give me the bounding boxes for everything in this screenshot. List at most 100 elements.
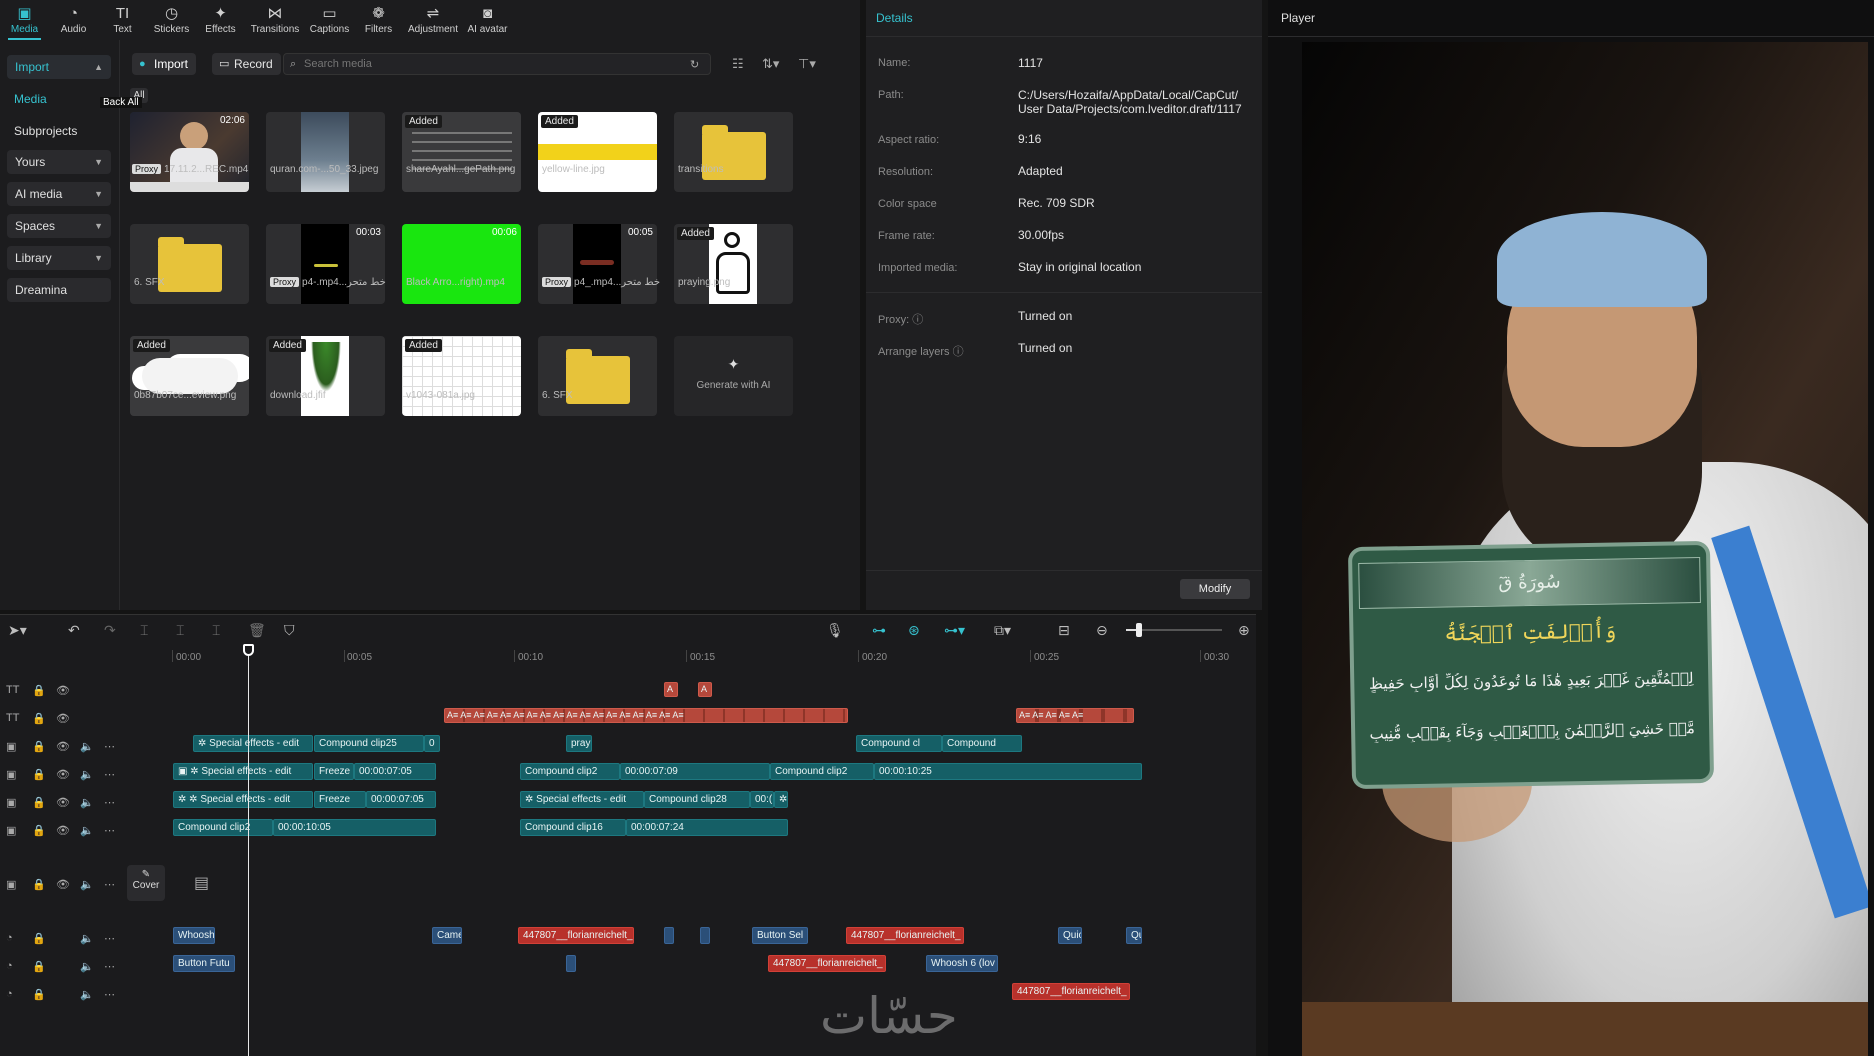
eye-icon[interactable]: 👁 <box>56 768 70 781</box>
compound-duration[interactable]: 00:00:07:09 <box>620 763 770 780</box>
split-left-icon[interactable]: ⌶ <box>176 622 184 639</box>
compound-clip[interactable]: Compound <box>942 735 1022 752</box>
nav-media[interactable]: Media <box>14 92 47 106</box>
eye-icon[interactable]: 👁 <box>56 712 70 725</box>
compound-clip[interactable]: 0 <box>424 735 440 752</box>
more-icon[interactable]: ⋯ <box>104 768 115 781</box>
grid-view-icon[interactable]: ☷ <box>732 56 744 72</box>
more-icon[interactable]: ⋯ <box>104 824 115 837</box>
compound-clip[interactable]: Compound clip2 <box>770 763 874 780</box>
speaker-icon[interactable]: 🔈 <box>80 988 94 1001</box>
nav-dreamina[interactable]: Dreamina <box>7 278 111 302</box>
split-icon[interactable]: ⌶ <box>140 622 148 639</box>
compound-duration[interactable]: 00:00:10:25 <box>874 763 1142 780</box>
media-thumb-8[interactable]: 00:06 <box>402 224 521 304</box>
more-icon[interactable]: ⋯ <box>104 878 115 891</box>
compound-clip[interactable]: Compound clip25 <box>314 735 424 752</box>
zoom-slider-handle[interactable] <box>1136 623 1142 637</box>
nav-spaces[interactable]: Spaces ▼ <box>7 214 111 238</box>
undo-icon[interactable]: ↶ <box>68 622 80 639</box>
media-thumb-4[interactable]: Added <box>538 112 657 192</box>
search-input[interactable] <box>283 53 711 75</box>
text-clip-group[interactable]: A≡ A≡ A≡ A≡ A≡ <box>1016 708 1134 723</box>
audio-clip[interactable]: 447807__florianreichelt_ <box>768 955 886 972</box>
record-button[interactable]: ▭ Record <box>212 53 281 75</box>
split-right-icon[interactable]: ⌶ <box>212 622 220 639</box>
media-thumb-10[interactable]: Added <box>674 224 793 304</box>
audio-clip[interactable]: Qu <box>1126 927 1142 944</box>
marker-icon[interactable]: ⛉ <box>284 622 295 639</box>
lock-icon[interactable]: 🔒 <box>32 684 46 697</box>
audio-clip[interactable]: 447807__florianreichelt_ <box>846 927 964 944</box>
tool-adjustment[interactable]: ⇌ Adjustment <box>403 0 463 40</box>
media-thumb-9[interactable]: 00:05 <box>538 224 657 304</box>
delete-icon[interactable]: 🗑 <box>248 622 266 639</box>
freeze-duration[interactable]: 00:00:07:05 <box>354 763 436 780</box>
media-thumb-6[interactable] <box>130 224 249 304</box>
compound-clip[interactable]: Compound clip28 <box>644 791 750 808</box>
modify-button[interactable]: Modify <box>1180 579 1250 599</box>
tool-stickers[interactable]: ◷ Stickers <box>147 0 196 40</box>
effects-clip[interactable]: ✲ <box>774 791 788 808</box>
more-icon[interactable]: ⋯ <box>104 932 115 945</box>
media-thumb-7[interactable]: 00:03 <box>266 224 385 304</box>
microphone-icon[interactable]: 🎙 <box>826 622 844 639</box>
media-thumb-5[interactable] <box>674 112 793 192</box>
text-clip[interactable]: A <box>698 682 712 697</box>
audio-clip[interactable] <box>664 927 674 944</box>
generate-with-ai-button[interactable]: ✦ Generate with AI <box>674 336 793 416</box>
more-icon[interactable]: ⋯ <box>104 740 115 753</box>
tool-ai-avatar[interactable]: ◙ AI avatar <box>463 0 512 40</box>
audio-clip[interactable] <box>700 927 710 944</box>
import-button[interactable]: ● Import <box>132 53 197 75</box>
speaker-icon[interactable]: 🔈 <box>80 768 94 781</box>
audio-clip[interactable]: 447807__florianreichelt_ <box>1012 983 1130 1000</box>
media-thumb-3[interactable]: Added <box>402 112 521 192</box>
speaker-icon[interactable]: 🔈 <box>80 796 94 809</box>
lock-icon[interactable]: 🔒 <box>32 768 46 781</box>
media-thumb-1[interactable]: 02:06 <box>130 112 249 192</box>
audio-clip[interactable]: 447807__florianreichelt_ <box>518 927 634 944</box>
compound-clip[interactable]: Compound clip16 <box>520 819 626 836</box>
zoom-in-icon[interactable]: ⊕ <box>1238 622 1250 639</box>
more-icon[interactable]: ⋯ <box>104 988 115 1001</box>
eye-icon[interactable]: 👁 <box>56 796 70 809</box>
freeze-clip[interactable]: Freeze <box>314 763 354 780</box>
audio-clip[interactable]: Whoosh 6 (lov <box>926 955 998 972</box>
split-screen-icon[interactable]: ⧉▾ <box>994 622 1011 639</box>
eye-icon[interactable]: 👁 <box>56 740 70 753</box>
tool-media[interactable]: ▣ Media <box>0 0 49 40</box>
compound-duration[interactable]: 00:00:07:24 <box>626 819 788 836</box>
lock-icon[interactable]: 🔒 <box>32 988 46 1001</box>
nav-yours[interactable]: Yours ▼ <box>7 150 111 174</box>
lock-icon[interactable]: 🔒 <box>32 824 46 837</box>
info-icon[interactable]: ⓘ <box>953 346 964 358</box>
preview-axis-icon[interactable]: ⊶▾ <box>944 622 965 639</box>
effects-clip[interactable]: ✲ Special effects - edit <box>520 791 644 808</box>
freeze-duration[interactable]: 00:00:07:05 <box>366 791 436 808</box>
speaker-icon[interactable]: 🔈 <box>80 740 94 753</box>
select-tool-icon[interactable]: ➤▾ <box>8 622 27 639</box>
speaker-icon[interactable]: 🔈 <box>80 960 94 973</box>
redo-icon[interactable]: ↷ <box>104 622 116 639</box>
lock-icon[interactable]: 🔒 <box>32 932 46 945</box>
tool-transitions[interactable]: ⋈ Transitions <box>245 0 305 40</box>
nav-import[interactable]: Import ▲ <box>7 55 111 79</box>
effects-clip[interactable]: ▣ ✲ Special effects - edit <box>173 763 313 780</box>
media-thumb-2[interactable] <box>266 112 385 192</box>
tool-text[interactable]: TI Text <box>98 0 147 40</box>
compound-clip[interactable]: Compound clip2 <box>173 819 273 836</box>
sort-icon[interactable]: ⇅▾ <box>762 56 779 72</box>
tool-effects[interactable]: ✦ Effects <box>196 0 245 40</box>
speaker-icon[interactable]: 🔈 <box>80 824 94 837</box>
speaker-icon[interactable]: 🔈 <box>80 932 94 945</box>
magnet-icon[interactable]: ⊶ <box>872 622 886 639</box>
lock-icon[interactable]: 🔒 <box>32 960 46 973</box>
text-clip[interactable]: A <box>664 682 678 697</box>
eye-icon[interactable]: 👁 <box>56 878 70 891</box>
compound-duration[interactable]: 00:( <box>750 791 774 808</box>
media-thumb-11[interactable]: Added <box>130 336 249 416</box>
nav-library[interactable]: Library ▼ <box>7 246 111 270</box>
media-thumb-13[interactable]: Added <box>402 336 521 416</box>
text-clip-group[interactable]: A≡ A≡ A≡ A≡ A≡ A≡ A≡ A≡ A≡ A≡ A≡ A≡ A≡ A… <box>444 708 848 723</box>
